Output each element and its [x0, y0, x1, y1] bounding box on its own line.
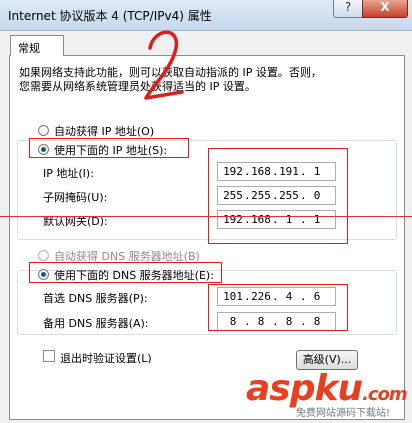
watermark-brand: aspku [246, 368, 363, 409]
description-text: 如果网络支持此功能，则可以获取自动指派的 IP 设置。否则， 您需要从网络系统管… [19, 66, 369, 94]
advanced-button[interactable]: 高级(V)... [296, 350, 358, 370]
tab-general[interactable]: 常规 [10, 35, 64, 56]
annotation-box-ip-fields [208, 148, 348, 244]
alternate-dns-label: 备用 DNS 服务器(A): [43, 317, 149, 330]
close-button[interactable]: X [362, 0, 408, 18]
ip-address-label: IP 地址(I): [43, 167, 94, 180]
watermark-tagline: 免费网站源码下载站! [296, 408, 391, 419]
annotation-box-manual-ip [29, 138, 189, 158]
tab-general-label: 常规 [18, 42, 40, 55]
validate-on-exit-checkbox[interactable] [43, 350, 55, 362]
help-button[interactable]: ? [333, 0, 363, 18]
validate-on-exit-label[interactable]: 退出时验证设置(L) [60, 350, 152, 366]
annotation-box-dns-fields [208, 284, 348, 331]
annotation-box-manual-dns [29, 262, 222, 283]
preferred-dns-label: 首选 DNS 服务器(P): [43, 292, 148, 305]
auto-ip-radio[interactable] [38, 125, 49, 136]
description-line-1: 如果网络支持此功能，则可以获取自动指派的 IP 设置。否则， [19, 66, 322, 79]
auto-dns-radio[interactable] [38, 250, 49, 261]
watermark-logo: aspku.com [246, 368, 408, 409]
auto-ip-label[interactable]: 自动获得 IP 地址(O) [54, 123, 154, 139]
subnet-mask-label: 子网掩码(U): [43, 191, 108, 204]
advanced-button-label: 高级(V)... [302, 353, 352, 366]
annotation-line [0, 216, 412, 217]
watermark-brand-suffix: .com [362, 384, 408, 405]
close-icon: X [380, 0, 390, 14]
annotation-number-2: 2 [144, 30, 184, 100]
help-icon: ? [344, 0, 352, 14]
description-line-2: 您需要从网络系统管理员处获得适当的 IP 设置。 [19, 80, 256, 93]
